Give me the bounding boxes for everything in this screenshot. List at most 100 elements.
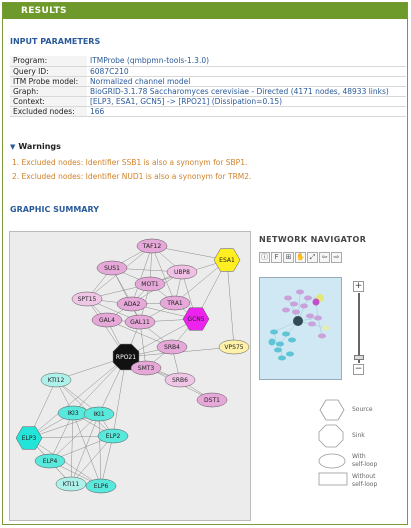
- sink-octagon-icon: [318, 424, 344, 448]
- parameter-value: BioGRID-3.1.78 Saccharomyces cerevisiae …: [87, 86, 406, 97]
- node-label: ELP6: [94, 483, 109, 490]
- parameter-key: Query ID:: [10, 66, 87, 77]
- node-label: ELP2: [106, 433, 121, 440]
- graph-node-spt15[interactable]: SPT15: [71, 291, 103, 307]
- graph-node-gal4[interactable]: GAL4: [91, 312, 123, 328]
- node-label: GCN5: [187, 316, 204, 323]
- zoom-slider-track[interactable]: [358, 293, 360, 363]
- graph-node-gcn5[interactable]: GCN5: [182, 307, 210, 331]
- parameter-row: Program: ITMProbe (qmbpmn-tools-1.3.0): [10, 56, 406, 67]
- graph-node-sus1[interactable]: SUS1: [96, 260, 128, 276]
- results-panel: RESULTS INPUT PARAMETERS Program: ITMProb…: [2, 2, 408, 525]
- node-label: IKI1: [93, 411, 104, 418]
- node-label: SPT15: [78, 296, 97, 303]
- node-label: KTI12: [48, 377, 65, 384]
- node-label: SMT3: [138, 365, 155, 372]
- warnings-toggle[interactable]: ▼ Warnings: [10, 142, 61, 151]
- graph-node-elp6[interactable]: ELP6: [85, 478, 117, 494]
- parameter-row: Excluded nodes: 166: [10, 106, 406, 117]
- parameter-key: Context:: [10, 96, 87, 107]
- graph-node-srb4[interactable]: SRB4: [156, 339, 188, 355]
- pan-hand-icon[interactable]: ✋: [295, 252, 306, 263]
- legend-without-self-loop-label: Without self-loop: [352, 473, 378, 488]
- graph-node-kti12[interactable]: KTI12: [40, 372, 72, 388]
- minimap-graph: [268, 289, 330, 361]
- graph-node-ada2[interactable]: ADA2: [116, 296, 148, 312]
- with-self-loop-ellipse-icon: [318, 453, 346, 469]
- arrow-right-icon[interactable]: ⇨: [331, 252, 342, 263]
- graph-node-dst1[interactable]: DST1: [196, 392, 228, 408]
- expand-icon[interactable]: ⤢: [307, 252, 318, 263]
- warnings-title: Warnings: [18, 142, 61, 151]
- node-label: SRB6: [172, 377, 188, 384]
- parameters-table: Program: ITMProbe (qmbpmn-tools-1.3.0) Que…: [10, 56, 406, 117]
- graph-node-srb6[interactable]: SRB6: [164, 372, 196, 388]
- node-label: VPS75: [224, 344, 243, 351]
- parameter-key: ITM Probe model:: [10, 76, 87, 87]
- graph-node-esa1[interactable]: ESA1: [213, 248, 241, 272]
- network-graph-canvas[interactable]: TAF12 ESA1 SUS1 UBP8 MOT1 SPT15 ADA2 TRA1 GCN5 GA…: [9, 231, 251, 521]
- info-icon[interactable]: ⓘ: [259, 252, 270, 263]
- arrow-left-icon[interactable]: ⇦: [319, 252, 330, 263]
- network-graph[interactable]: TAF12 ESA1 SUS1 UBP8 MOT1 SPT15 ADA2 TRA1 GCN5 GA…: [10, 232, 250, 520]
- graph-edge: [226, 259, 235, 348]
- graph-node-taf12[interactable]: TAF12: [136, 238, 168, 254]
- graph-edge: [70, 435, 114, 485]
- legend-with-self-loop-label: With self-loop: [352, 453, 378, 468]
- parameter-row: Graph: BioGRID-3.1.78 Saccharomyces cerev…: [10, 86, 406, 97]
- network-navigator-title: NETWORK NAVIGATOR: [259, 235, 367, 244]
- graph-node-kti11[interactable]: KTI11: [55, 476, 87, 492]
- graph-node-mot1[interactable]: MOT1: [134, 276, 166, 292]
- graphic-summary-title: GRAPHIC SUMMARY: [10, 205, 99, 214]
- node-label: TAF12: [142, 243, 162, 250]
- graph-node-ubp8[interactable]: UBP8: [166, 264, 198, 280]
- parameter-row: ITM Probe model: Normalized channel model: [10, 76, 406, 87]
- parameter-key: Program:: [10, 56, 87, 67]
- node-label: SRB4: [164, 344, 180, 351]
- parameter-key: Excluded nodes:: [10, 106, 87, 117]
- graph-node-vps75[interactable]: VPS75: [218, 339, 250, 355]
- node-label: SUS1: [104, 265, 120, 272]
- node-label: ELP4: [43, 458, 58, 465]
- node-label: UBP8: [174, 269, 190, 276]
- legend-shapes: [318, 399, 348, 486]
- input-parameters-title: INPUT PARAMETERS: [10, 37, 101, 46]
- parameter-value: ITMProbe (qmbpmn-tools-1.3.0): [87, 56, 406, 67]
- parameter-row: Query ID: 6087C210: [10, 66, 406, 77]
- graph-node-iki1[interactable]: IKI1: [83, 406, 115, 422]
- zoom-slider-handle[interactable]: [354, 355, 364, 360]
- parameter-value: 166: [87, 106, 406, 117]
- node-label: ADA2: [124, 301, 141, 308]
- node-label: KTI11: [63, 481, 80, 488]
- navigator-toolbar: ⓘ F ⊞ ✋ ⤢ ⇦ ⇨: [259, 252, 342, 263]
- graph-node-smt3[interactable]: SMT3: [130, 360, 162, 376]
- without-self-loop-rect-icon: [318, 472, 348, 486]
- zoom-in-button[interactable]: +: [353, 281, 364, 292]
- graph-edge: [28, 356, 127, 439]
- navigator-minimap[interactable]: [259, 277, 342, 380]
- node-label: IKI3: [67, 410, 78, 417]
- legend-sink-label: Sink: [352, 432, 365, 439]
- graph-edge: [100, 435, 114, 487]
- graph-edge: [131, 245, 153, 305]
- results-header: RESULTS: [3, 3, 407, 19]
- parameter-value: 6087C210: [87, 66, 406, 77]
- graph-node-gal11[interactable]: GAL11: [124, 314, 156, 330]
- parameter-key: Graph:: [10, 86, 87, 97]
- graph-edge: [72, 412, 102, 487]
- graph-node-tra1[interactable]: TRA1: [159, 295, 191, 311]
- node-label: RPO21: [116, 354, 136, 361]
- legend-source-label: Source: [352, 406, 373, 413]
- graph-node-elp4[interactable]: ELP4: [34, 453, 66, 469]
- node-label: ELP3: [22, 435, 37, 442]
- fit-icon[interactable]: F: [271, 252, 282, 263]
- warning-item: 1. Excluded nodes: Identifier SSB1 is al…: [12, 158, 248, 167]
- grid-icon[interactable]: ⊞: [283, 252, 294, 263]
- collapse-triangle-icon: ▼: [10, 143, 16, 151]
- parameter-value: [ELP3, ESA1, GCN5] -> [RPO21] (Dissipati…: [87, 96, 406, 107]
- node-label: GAL4: [99, 317, 115, 324]
- graph-node-elp2[interactable]: ELP2: [97, 428, 129, 444]
- graph-node-iki3[interactable]: IKI3: [57, 405, 89, 421]
- zoom-out-button[interactable]: −: [353, 364, 364, 375]
- node-label: GAL11: [130, 319, 150, 326]
